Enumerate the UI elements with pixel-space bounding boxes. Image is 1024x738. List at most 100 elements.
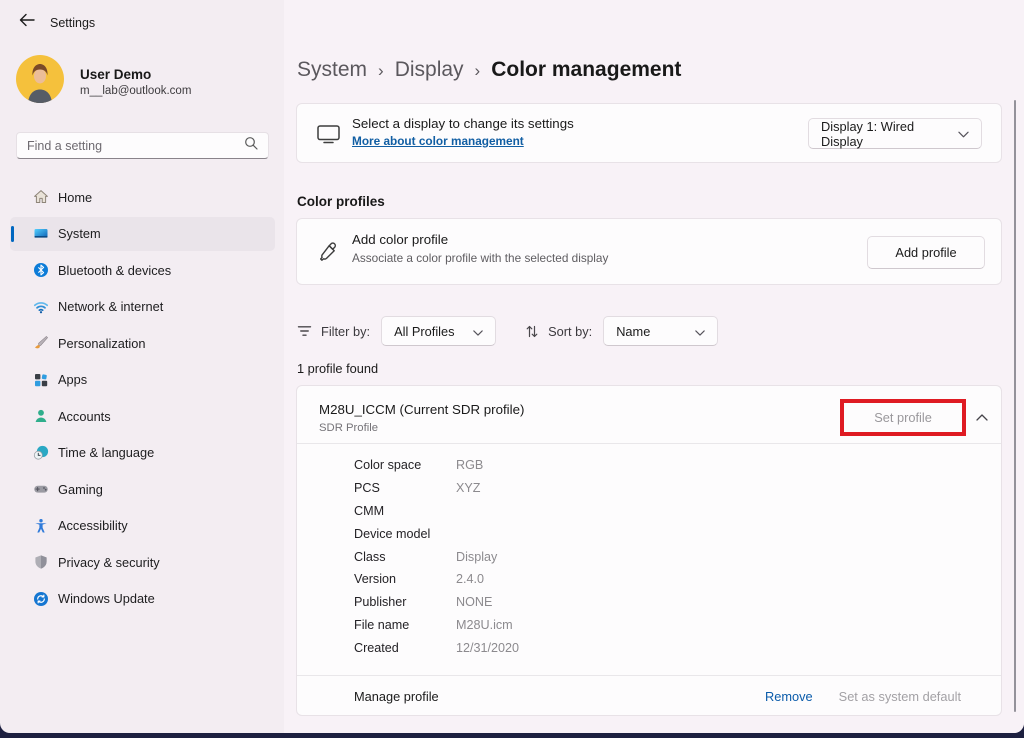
- detail-row-cmm: CMM: [297, 500, 1001, 523]
- gaming-icon: [33, 481, 49, 497]
- active-indicator: [11, 591, 14, 607]
- remove-profile-button[interactable]: Remove: [765, 689, 813, 704]
- sidebar-item-apps[interactable]: Apps: [10, 363, 275, 397]
- profile-name: M28U_ICCM (Current SDR profile): [319, 402, 524, 417]
- sort-dropdown[interactable]: Name: [603, 316, 718, 346]
- detail-value: XYZ: [456, 481, 481, 495]
- breadcrumb-display[interactable]: Display: [395, 58, 464, 82]
- sidebar-item-privacy-security[interactable]: Privacy & security: [10, 545, 275, 579]
- sidebar-item-accounts[interactable]: Accounts: [10, 399, 275, 433]
- avatar: [16, 55, 64, 108]
- sidebar-item-label: Accounts: [58, 409, 111, 424]
- display-selector-card: Select a display to change its settings …: [296, 103, 1002, 163]
- windows-update-icon: [33, 591, 49, 607]
- profile-details: Color space RGB PCS XYZ CMM: [297, 454, 1001, 659]
- results-count: 1 profile found: [297, 361, 378, 376]
- sidebar-item-home[interactable]: Home: [10, 180, 275, 214]
- network-icon: [33, 299, 49, 315]
- detail-value: Display: [456, 550, 497, 564]
- bluetooth-icon: [33, 262, 49, 278]
- detail-row-version: Version 2.4.0: [297, 568, 1001, 591]
- active-indicator: [11, 518, 14, 534]
- profile-card: M28U_ICCM (Current SDR profile) SDR Prof…: [296, 385, 1002, 716]
- sidebar-item-label: Windows Update: [58, 591, 155, 606]
- sidebar-item-label: Apps: [58, 372, 87, 387]
- sidebar-item-network-internet[interactable]: Network & internet: [10, 290, 275, 324]
- vertical-scrollbar[interactable]: [1014, 100, 1016, 712]
- detail-row-color-space: Color space RGB: [297, 454, 1001, 477]
- set-default-button[interactable]: Set as system default: [839, 689, 961, 704]
- collapse-expander[interactable]: [969, 404, 995, 430]
- detail-label: Created: [354, 641, 456, 655]
- sidebar-item-label: Personalization: [58, 336, 146, 351]
- active-indicator: [11, 554, 14, 570]
- breadcrumb-system[interactable]: System: [297, 58, 367, 82]
- chevron-down-icon: [473, 324, 483, 339]
- breadcrumb-separator: ›: [475, 60, 481, 81]
- active-indicator: [11, 445, 14, 461]
- search-input[interactable]: Find a setting: [16, 132, 269, 159]
- detail-label: Version: [354, 572, 456, 586]
- sidebar-item-label: Privacy & security: [58, 555, 160, 570]
- active-indicator: [11, 299, 14, 315]
- profile-type: SDR Profile: [319, 422, 378, 434]
- filter-value: All Profiles: [394, 324, 454, 339]
- detail-label: PCS: [354, 481, 456, 495]
- sidebar-item-accessibility[interactable]: Accessibility: [10, 509, 275, 543]
- sort-icon: [525, 325, 539, 338]
- sidebar: User Demo m__lab@outlook.com Find a sett…: [0, 44, 284, 733]
- sidebar-item-personalization[interactable]: Personalization: [10, 326, 275, 360]
- user-texts: User Demo m__lab@outlook.com: [80, 67, 191, 97]
- divider: [297, 443, 1001, 444]
- add-profile-text: Add color profile Associate a color prof…: [352, 232, 608, 265]
- active-indicator: [11, 189, 14, 205]
- monitor-icon: [317, 124, 340, 149]
- back-button[interactable]: [14, 11, 40, 33]
- sort-value: Name: [616, 324, 650, 339]
- sidebar-item-gaming[interactable]: Gaming: [10, 472, 275, 506]
- breadcrumb-separator: ›: [378, 60, 384, 81]
- add-profile-button[interactable]: Add profile: [867, 236, 985, 269]
- sidebar-item-system[interactable]: System: [10, 217, 275, 251]
- privacy-security-icon: [33, 554, 49, 570]
- system-icon: [33, 226, 49, 242]
- add-profile-card: Add color profile Associate a color prof…: [296, 218, 1002, 285]
- apps-icon: [33, 372, 49, 388]
- filter-icon: [297, 325, 312, 337]
- detail-value: NONE: [456, 595, 492, 609]
- accessibility-icon: [33, 518, 49, 534]
- search-icon: [244, 136, 258, 155]
- sidebar-item-label: Time & language: [58, 445, 154, 460]
- detail-label: Device model: [354, 527, 456, 541]
- filter-label: Filter by:: [321, 324, 370, 339]
- sidebar-item-bluetooth-devices[interactable]: Bluetooth & devices: [10, 253, 275, 287]
- detail-row-class: Class Display: [297, 545, 1001, 568]
- sidebar-item-time-language[interactable]: Time & language: [10, 436, 275, 470]
- display-select-value: Display 1: Wired Display: [821, 119, 958, 149]
- set-profile-button[interactable]: Set profile: [874, 410, 932, 425]
- add-profile-title: Add color profile: [352, 232, 608, 247]
- breadcrumb: System › Display › Color management: [297, 48, 681, 92]
- active-indicator: [11, 372, 14, 388]
- sidebar-item-label: Accessibility: [58, 518, 128, 533]
- accounts-icon: [33, 408, 49, 424]
- personalization-icon: [33, 335, 49, 351]
- display-selector-title: Select a display to change its settings: [352, 116, 574, 131]
- chevron-down-icon: [695, 324, 705, 339]
- user-account-block[interactable]: User Demo m__lab@outlook.com: [16, 55, 191, 108]
- sidebar-item-windows-update[interactable]: Windows Update: [10, 582, 275, 616]
- chevron-down-icon: [958, 126, 969, 141]
- more-about-link[interactable]: More about color management: [352, 134, 524, 148]
- sidebar-item-label: Gaming: [58, 482, 103, 497]
- display-select-dropdown[interactable]: Display 1: Wired Display: [808, 118, 982, 149]
- window-title: Settings: [50, 16, 95, 30]
- detail-row-file-name: File name M28U.icm: [297, 614, 1001, 637]
- active-indicator: [11, 226, 14, 242]
- detail-label: CMM: [354, 504, 456, 518]
- eyedropper-icon: [317, 241, 339, 268]
- detail-label: Class: [354, 550, 456, 564]
- annotation-highlight: Set profile: [840, 399, 966, 436]
- sidebar-item-label: Bluetooth & devices: [58, 263, 171, 278]
- screen: Settings: [0, 0, 1024, 738]
- filter-dropdown[interactable]: All Profiles: [381, 316, 496, 346]
